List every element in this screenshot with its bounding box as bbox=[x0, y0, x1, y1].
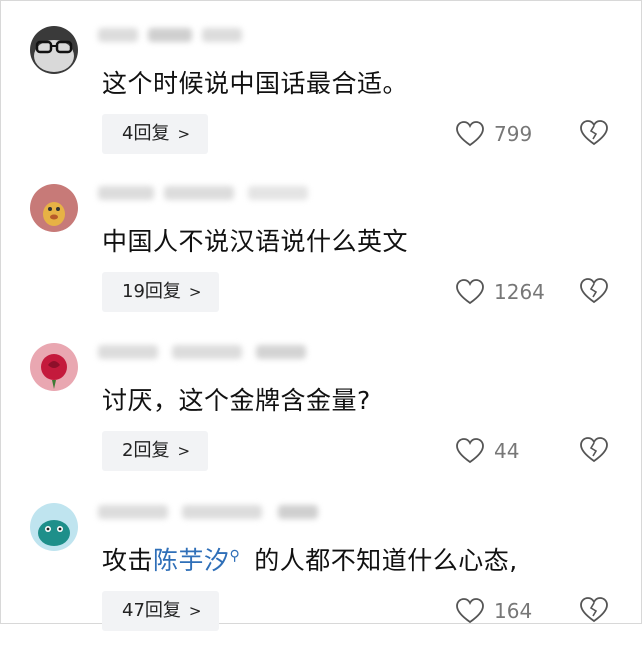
reply-button[interactable]: 19回复 > bbox=[102, 272, 220, 312]
like-button[interactable]: 799 bbox=[456, 119, 532, 149]
heart-outline-icon bbox=[456, 121, 484, 147]
reply-label: 47回复 bbox=[122, 600, 181, 621]
comment-item: 这个时候说中国话最合适。 4回复 > 799 bbox=[0, 26, 642, 186]
reply-label: 19回复 bbox=[122, 281, 181, 302]
like-count: 799 bbox=[494, 122, 533, 146]
mention-link[interactable]: 陈芋汐 bbox=[153, 546, 230, 575]
comment-item: 攻击陈芋汐⚲ 的人都不知道什么心态, 47回复 > 164 bbox=[0, 503, 642, 663]
comment-text: 这个时候说中国话最合适。 bbox=[102, 69, 409, 98]
broken-heart-icon bbox=[580, 278, 608, 304]
comment-text-suffix: 的人都不知道什么心态, bbox=[254, 546, 518, 575]
avatar-teal-icon[interactable] bbox=[30, 503, 78, 551]
avatar-cartoon-icon[interactable] bbox=[30, 184, 78, 232]
chevron-right-icon: > bbox=[177, 442, 191, 460]
dislike-button[interactable] bbox=[580, 119, 608, 147]
like-count: 1264 bbox=[494, 280, 545, 304]
like-button[interactable]: 44 bbox=[456, 436, 519, 466]
reply-button[interactable]: 47回复 > bbox=[102, 591, 220, 631]
dislike-button[interactable] bbox=[580, 277, 608, 305]
chevron-right-icon: > bbox=[188, 602, 202, 620]
broken-heart-icon bbox=[580, 437, 608, 463]
comment-item: 讨厌，这个金牌含金量? 2回复 > 44 bbox=[0, 343, 642, 503]
dislike-button[interactable] bbox=[580, 436, 608, 464]
dislike-button[interactable] bbox=[580, 596, 608, 624]
comment-text: 攻击陈芋汐⚲ 的人都不知道什么心态, bbox=[102, 541, 518, 577]
like-button[interactable]: 164 bbox=[456, 596, 532, 626]
broken-heart-icon bbox=[580, 120, 608, 146]
heart-outline-icon bbox=[456, 438, 484, 464]
username-blurred bbox=[98, 505, 348, 521]
heart-outline-icon bbox=[456, 598, 484, 624]
broken-heart-icon bbox=[580, 597, 608, 623]
reply-label: 4回复 bbox=[122, 123, 170, 144]
reply-label: 2回复 bbox=[122, 440, 170, 461]
like-button[interactable]: 1264 bbox=[456, 277, 545, 307]
comment-text: 讨厌，这个金牌含金量? bbox=[102, 386, 371, 415]
chevron-right-icon: > bbox=[177, 125, 191, 143]
reply-button[interactable]: 4回复 > bbox=[102, 114, 209, 154]
heart-outline-icon bbox=[456, 279, 484, 305]
comment-item: 中国人不说汉语说什么英文 19回复 > 1264 bbox=[0, 184, 642, 344]
like-count: 44 bbox=[494, 439, 520, 463]
avatar-glasses-icon[interactable] bbox=[30, 26, 78, 74]
comment-text-prefix: 攻击 bbox=[102, 546, 154, 575]
comment-text: 中国人不说汉语说什么英文 bbox=[102, 227, 409, 256]
avatar-rose-icon[interactable] bbox=[30, 343, 78, 391]
search-icon[interactable]: ⚲ bbox=[230, 548, 241, 564]
username-blurred bbox=[98, 186, 348, 202]
reply-button[interactable]: 2回复 > bbox=[102, 431, 209, 471]
like-count: 164 bbox=[494, 599, 533, 623]
username-blurred bbox=[98, 345, 348, 361]
chevron-right-icon: > bbox=[188, 283, 202, 301]
username-blurred bbox=[98, 28, 348, 44]
